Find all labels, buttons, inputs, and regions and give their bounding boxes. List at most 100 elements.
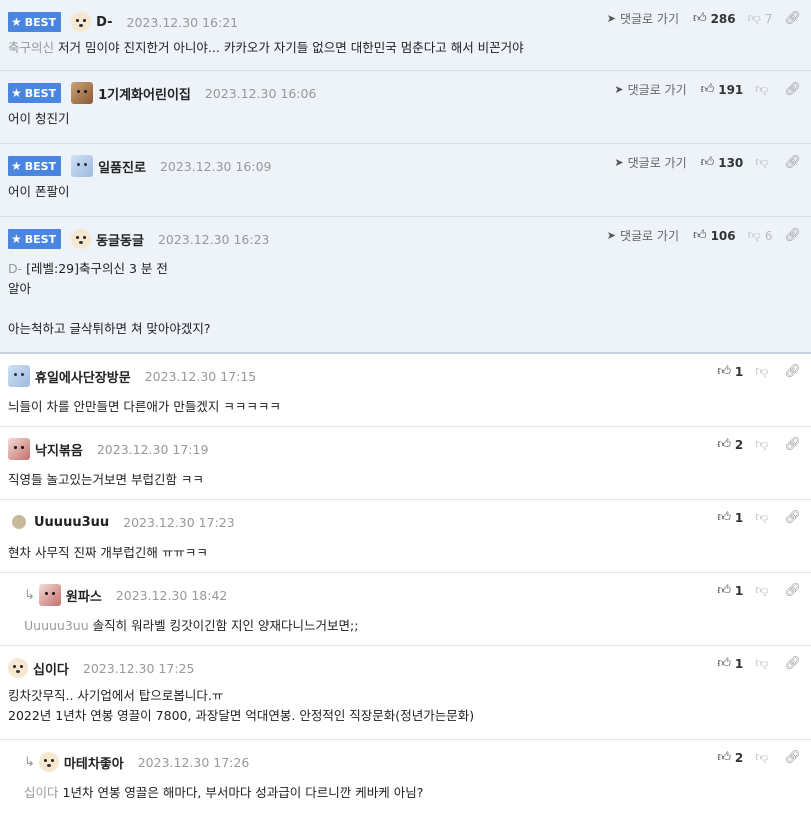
thumbs-down-icon: 👎︎	[755, 583, 769, 598]
mention[interactable]: 십이다	[24, 785, 59, 800]
upvote-button[interactable]: 👍︎ 130	[701, 155, 744, 170]
nickname[interactable]: 동글동글	[96, 230, 144, 249]
go-to-reply-button[interactable]: ➤ 댓글로 가기	[614, 81, 686, 98]
mention[interactable]: D-	[8, 261, 22, 276]
comment-date: 2023.12.30 17:23	[123, 514, 235, 530]
downvote-button[interactable]: 👎︎	[755, 437, 772, 452]
link-icon[interactable]: 🔗︎	[784, 510, 801, 525]
best-badge: ★ BEST	[8, 83, 62, 103]
go-to-reply-button[interactable]: ➤ 댓글로 가기	[607, 10, 679, 27]
nickname[interactable]: 낙지볶음	[35, 440, 83, 459]
upvote-button[interactable]: 👍︎ 1	[717, 656, 743, 671]
comment-body: 어이 폰팔이	[8, 184, 70, 199]
link-icon[interactable]: 🔗︎	[784, 11, 801, 26]
upvote-button[interactable]: 👍︎ 1	[717, 364, 743, 379]
comment-body: 직영들 놀고있는거보면 부럽긴함 ㅋㅋ	[8, 472, 204, 487]
link-icon[interactable]: 🔗︎	[784, 750, 801, 765]
star-icon: ★	[11, 159, 22, 173]
comment-body: D- [레벨:29]축구의신 3 분 전 알아 아는척하고 글삭튀하면 쳐 맞아야…	[8, 261, 211, 336]
avatar[interactable]	[38, 584, 61, 606]
avatar[interactable]	[71, 12, 92, 32]
best-badge: ★ BEST	[8, 229, 62, 249]
link-icon[interactable]: 🔗︎	[784, 364, 801, 379]
comment-body: 어이 청진기	[8, 111, 70, 126]
avatar[interactable]	[71, 229, 92, 249]
thumbs-down-icon: 👎︎	[747, 11, 761, 26]
upvote-button[interactable]: 👍︎ 1	[717, 510, 743, 525]
upvote-button[interactable]: 👍︎ 191	[701, 82, 744, 97]
thumbs-down-icon: 👎︎	[755, 155, 769, 170]
thumbs-down-icon: 👎︎	[755, 437, 769, 452]
comment-date: 2023.12.30 16:21	[126, 14, 239, 30]
comment-list: ★ BEST D- 2023.12.30 16:21 ➤ 댓글로 가기 👍︎ 286 …	[0, 0, 811, 815]
send-icon: ➤	[614, 156, 624, 169]
thumbs-up-icon: 👍︎	[717, 583, 731, 598]
downvote-button[interactable]: 👎︎	[755, 155, 772, 170]
comment-date: 2023.12.30 16:09	[159, 158, 272, 174]
comment-body: 킹차갓무직.. 사기업에서 탑으로봅니다.ㅠ 2022년 1년차 연봉 영끌이 …	[8, 688, 475, 723]
mention[interactable]: Uuuuu3uu	[24, 618, 89, 633]
comment: Uuuuu3uu 2023.12.30 17:23 👍︎ 1 👎︎ 🔗︎ 현차 사…	[0, 500, 811, 573]
avatar[interactable]	[8, 438, 30, 460]
reply-arrow-icon: ↳	[24, 754, 35, 770]
comment: 휴일에사단장방문 2023.12.30 17:15 👍︎ 1 👎︎ 🔗︎ 늬들이 …	[0, 354, 811, 427]
send-icon: ➤	[606, 229, 616, 242]
comment-best: ★ BEST 일품진로 2023.12.30 16:09 ➤ 댓글로 가기 👍︎ 13…	[0, 144, 811, 217]
avatar[interactable]	[12, 515, 26, 529]
downvote-button[interactable]: 👎︎	[755, 82, 772, 97]
downvote-button[interactable]: 👎︎	[755, 656, 772, 671]
nickname[interactable]: 원파스	[66, 586, 102, 605]
link-icon[interactable]: 🔗︎	[784, 82, 801, 97]
nickname[interactable]: 1기계화어린이집	[98, 84, 191, 103]
best-badge: ★ BEST	[8, 156, 62, 176]
avatar[interactable]	[71, 82, 94, 104]
comment-best: ★ BEST 동글동글 2023.12.30 16:23 ➤ 댓글로 가기 👍︎ 10…	[0, 217, 811, 354]
comment-best: ★ BEST D- 2023.12.30 16:21 ➤ 댓글로 가기 👍︎ 286 …	[0, 0, 811, 71]
upvote-button[interactable]: 👍︎ 286	[693, 11, 736, 26]
avatar[interactable]	[38, 752, 59, 772]
downvote-button[interactable]: 👎︎	[755, 510, 772, 525]
reply-arrow-icon: ↳	[24, 587, 35, 603]
link-icon[interactable]: 🔗︎	[784, 656, 801, 671]
star-icon: ★	[11, 232, 22, 246]
thumbs-up-icon: 👍︎	[700, 82, 715, 97]
upvote-button[interactable]: 👍︎ 1	[717, 583, 743, 598]
downvote-button[interactable]: 👎︎	[755, 583, 772, 598]
comment-date: 2023.12.30 16:06	[204, 85, 317, 101]
star-icon: ★	[11, 15, 22, 29]
thumbs-up-icon: 👍︎	[700, 155, 715, 170]
nickname[interactable]: 일품진로	[98, 157, 146, 176]
upvote-button[interactable]: 👍︎ 2	[717, 437, 743, 452]
comment-date: 2023.12.30 16:23	[157, 231, 270, 247]
downvote-button[interactable]: 👎︎	[755, 364, 772, 379]
avatar[interactable]	[8, 365, 30, 387]
send-icon: ➤	[614, 83, 624, 96]
go-to-reply-button[interactable]: ➤ 댓글로 가기	[614, 154, 686, 171]
comment-body: 십이다 1년차 연봉 영끌은 해마다, 부서마다 성과급이 다르니깐 케바케 아님…	[24, 785, 424, 800]
comment-date: 2023.12.30 17:15	[144, 368, 257, 384]
downvote-button[interactable]: 👎︎	[755, 750, 772, 765]
thumbs-up-icon: 👍︎	[692, 11, 707, 26]
avatar[interactable]	[71, 155, 94, 177]
nickname[interactable]: 십이다	[33, 659, 69, 678]
link-icon[interactable]: 🔗︎	[784, 583, 801, 598]
link-icon[interactable]: 🔗︎	[784, 155, 801, 170]
go-to-reply-button[interactable]: ➤ 댓글로 가기	[607, 227, 679, 244]
upvote-button[interactable]: 👍︎ 2	[717, 750, 743, 765]
link-icon[interactable]: 🔗︎	[784, 437, 801, 452]
nickname[interactable]: Uuuuu3uu	[34, 515, 109, 530]
avatar[interactable]	[8, 658, 28, 678]
upvote-button[interactable]: 👍︎ 106	[693, 228, 736, 243]
thumbs-down-icon: 👎︎	[755, 364, 769, 379]
comment-date: 2023.12.30 18:42	[115, 587, 228, 603]
comment-body: 현차 사무직 진짜 개부럽긴해 ㅠㅠㅋㅋ	[8, 545, 208, 560]
downvote-button[interactable]: 👎︎ 6	[748, 228, 773, 243]
downvote-button[interactable]: 👎︎ 7	[748, 11, 773, 26]
link-icon[interactable]: 🔗︎	[784, 228, 801, 243]
mention[interactable]: 축구의신	[8, 40, 54, 55]
comment-date: 2023.12.30 17:26	[137, 754, 250, 770]
nickname[interactable]: D-	[96, 15, 112, 30]
nickname[interactable]: 마테차좋아	[64, 753, 124, 772]
comment-body: 축구의신 저거 밈이야 진지한거 아니야... 카카오가 자기들 없으면 대한민국…	[8, 40, 524, 55]
nickname[interactable]: 휴일에사단장방문	[35, 367, 131, 386]
